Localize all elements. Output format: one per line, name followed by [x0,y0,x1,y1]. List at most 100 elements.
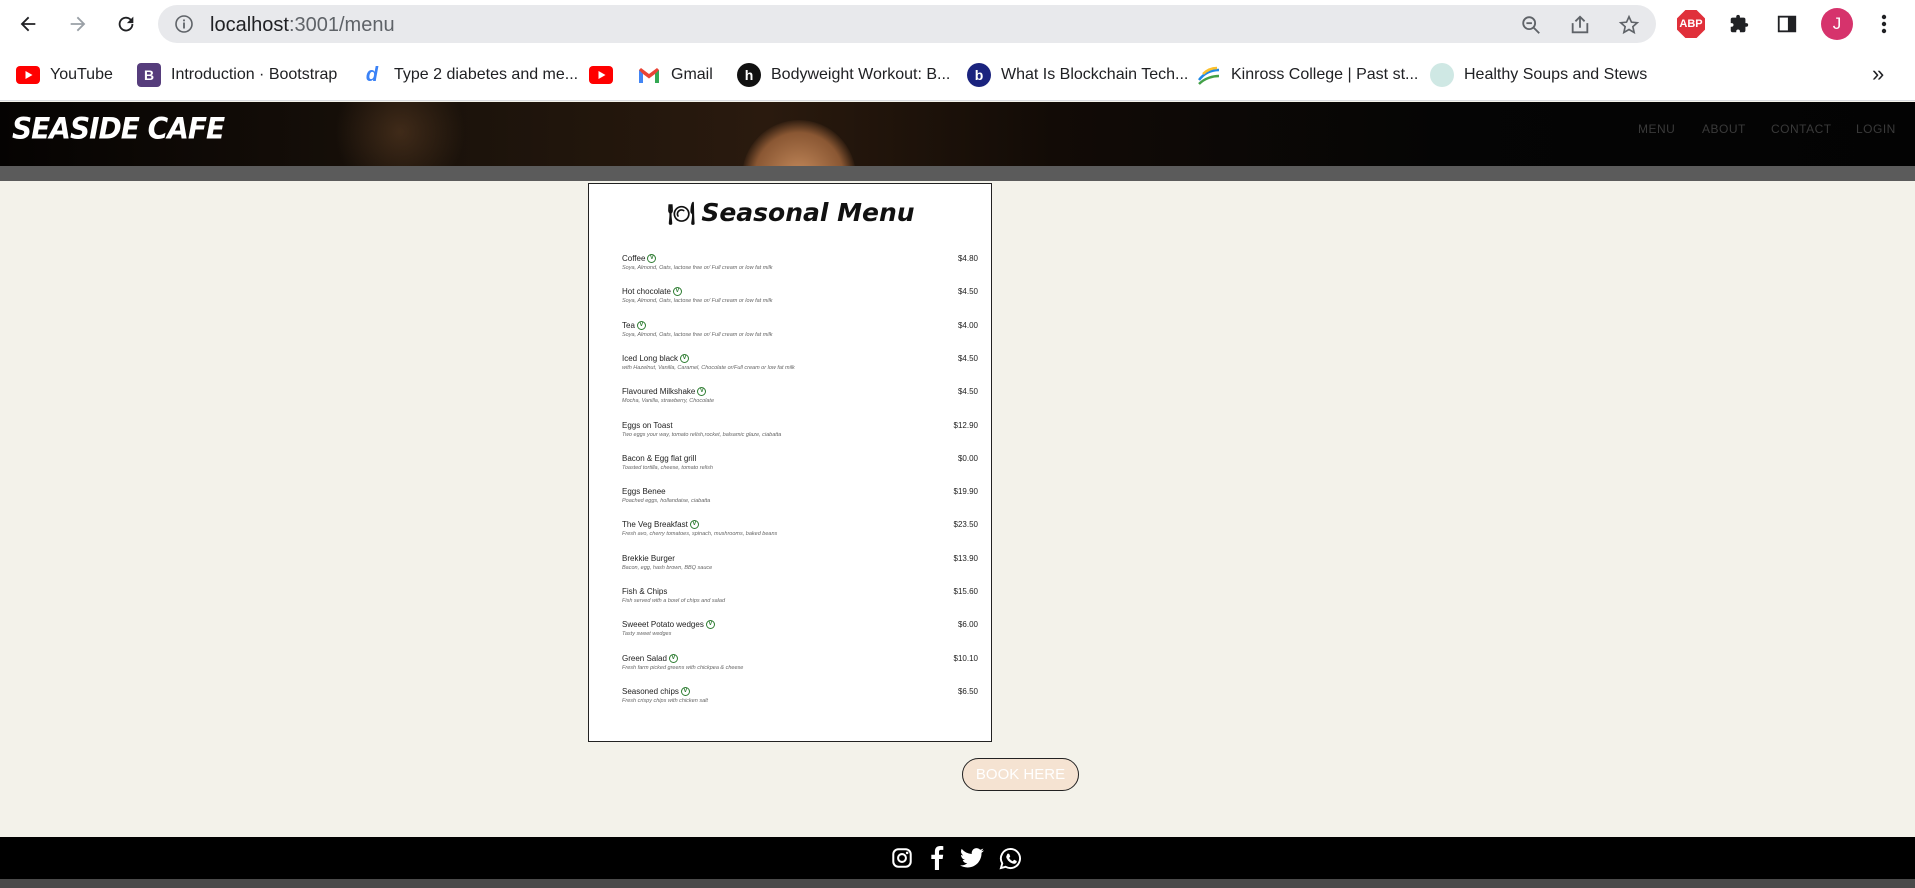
header-bokeh [742,120,856,166]
menu-item: Seasoned chips V Fresh crispy chips with c… [622,686,978,704]
book-here-button[interactable]: BOOK HERE [962,758,1079,791]
menu-item: Iced Long black Vwith Hazelnut, Vanilla, … [622,353,978,371]
bookmark-label: Type 2 diabetes and me... [394,66,579,83]
menu-item-name: Flavoured Milkshake V [622,387,922,397]
menu-item-name: Fish & Chips [622,587,922,596]
site-info-icon[interactable] [174,14,194,34]
menu-item-price: $19.90 [953,487,978,497]
vegan-icon: V [636,320,646,330]
bootstrap-icon: B [137,63,161,87]
bookmark-gmail[interactable]: Gmail [637,63,713,87]
bookmark-star-icon[interactable] [1618,14,1640,36]
d-icon: d [365,63,379,86]
reload-icon[interactable] [112,10,140,38]
bookmark-label: Bodyweight Workout: B... [771,66,951,83]
menu-item: Hot chocolate V Soya, Almond, Oats, lactos… [622,287,978,304]
menu-item-name-text: Brekkie Burger [622,553,675,563]
nav-contact[interactable]: CONTACT [1771,122,1832,136]
adblock-icon[interactable]: ABP [1677,10,1705,38]
url-host: localhost [210,14,289,36]
menu-title-text: Seasonal Menu [701,198,915,227]
menu-item-name-text: Coffee [622,254,646,263]
menu-item-name: Iced Long black V [622,353,922,363]
menu-item-price: $10.10 [953,653,978,663]
vegan-icon: V [697,387,707,397]
vegan-icon: V [668,653,678,663]
menu-item-name: Bacon & Egg flat grill [622,454,922,463]
menu-item: Flavoured Milkshake V Mocha, Vanilla, stra… [622,387,978,405]
bookmark-label: Healthy Soups and Stews [1464,66,1648,83]
menu-item-description: Two eggs your way, tomato relish,rocket,… [622,431,782,438]
bookmark-bootstrap[interactable]: B Introduction · Bootstrap [137,63,337,87]
menu-item-name: The Veg Breakfast V [622,520,922,530]
menu-item-name-text: Eggs on Toast [622,420,673,430]
menu-item-name: Brekkie Burger [622,554,922,563]
bookmark-bodyweight[interactable]: h Bodyweight Workout: B... [737,63,950,87]
bookmark-label: Gmail [671,66,713,83]
vegan-icon: V [705,620,715,630]
side-panel-icon[interactable] [1773,10,1801,38]
facebook-icon[interactable] [925,846,949,870]
menu-item-description: Poached eggs, hollandaise, ciabatta [622,498,711,505]
brand-logo[interactable]: SEASIDE CAFE [12,111,225,146]
menu-item: Tea V Soya, Almond, Oats, lactose free or/… [622,320,978,338]
menu-item-description: Fresh avo, cherry tomatoes, spinach, mus… [622,531,778,538]
back-icon[interactable] [14,10,42,38]
menu-item-price: $12.90 [953,420,978,430]
soup-icon [1430,63,1454,87]
nav-menu[interactable]: MENU [1638,122,1675,136]
share-icon[interactable] [1569,14,1591,36]
browser-toolbar: localhost:3001/menu ABP J [0,0,1915,49]
menu-item-name-text: Fish & Chips [622,587,668,596]
menu-item-description: with Hazelnut, Vanilla, Caramel, Chocola… [622,364,795,371]
menu-item: Coffee V Soya, Almond, Oats, lactose free … [622,254,978,271]
forward-icon[interactable] [64,10,92,38]
bookmarks-bar: YouTube B Introduction · Bootstrap d Typ… [0,49,1915,101]
instagram-icon[interactable] [890,846,914,870]
youtube-icon [16,63,40,87]
bookmark-label: Kinross College | Past st... [1231,66,1419,83]
address-bar[interactable]: localhost:3001/menu [158,5,1656,43]
menu-item-name: Sweeet Potato wedges V [622,620,922,630]
menu-item-price: $6.50 [957,686,978,696]
menu-item-name-text: Green Salad [622,653,667,663]
bookmark-kinross[interactable]: Kinross College | Past st... [1197,63,1418,87]
more-bookmarks-icon[interactable]: » [1872,61,1884,87]
site-header: SEASIDE CAFE MENU ABOUT CONTACT LOGIN [0,102,1915,166]
menu-item-name: Eggs Benee [622,487,922,496]
profile-avatar[interactable]: J [1821,8,1853,40]
menu-item-price: $15.60 [953,587,978,596]
menu-item: Sweeet Potato wedges V Tasty sweet wedges $… [622,620,978,637]
footer [0,837,1915,879]
menu-item-description: Fresh crispy chips with chicken salt [622,697,708,704]
nav-about[interactable]: ABOUT [1702,122,1746,136]
menu-item-price: $4.00 [957,320,978,330]
b-icon: b [967,63,991,87]
nav-login[interactable]: LOGIN [1856,122,1896,136]
vegan-icon: V [680,686,690,696]
twitter-icon[interactable] [960,846,984,870]
bookmark-label: What Is Blockchain Tech... [1001,66,1189,83]
bookmark-diabetes[interactable]: d Type 2 diabetes and me... [360,63,578,87]
vegan-icon: V [647,254,657,263]
bookmark-blockchain[interactable]: b What Is Blockchain Tech... [967,63,1188,87]
menu-item-name-text: Tea [622,320,635,330]
vegan-icon: V [680,353,690,363]
bookmark-youtube-2[interactable] [589,63,623,87]
bookmark-youtube[interactable]: YouTube [16,63,113,87]
menu-item-description: Mocha, Vanilla, strawberry, Chocolate [622,398,715,405]
menu-item-name: Seasoned chips V [622,686,922,696]
youtube-icon [589,63,613,87]
menu-item: Green Salad V Fresh farm picked greens wit… [622,653,978,671]
bookmark-soups[interactable]: Healthy Soups and Stews [1430,63,1647,87]
kebab-menu-icon[interactable] [1870,10,1898,38]
menu-item: Eggs Benee Poached eggs, hollandaise, cia… [622,487,978,505]
menu-item: Brekkie Burger Bacon, egg, hash brown, BB… [622,554,978,571]
zoom-icon[interactable] [1520,14,1542,36]
menu-item-name-text: The Veg Breakfast [622,520,688,530]
whatsapp-icon[interactable] [998,846,1022,870]
extensions-icon[interactable] [1725,10,1753,38]
menu-item-price: $4.50 [957,387,978,397]
menu-item-name-text: Bacon & Egg flat grill [622,453,697,463]
menu-item-name-text: Iced Long black [622,353,679,363]
